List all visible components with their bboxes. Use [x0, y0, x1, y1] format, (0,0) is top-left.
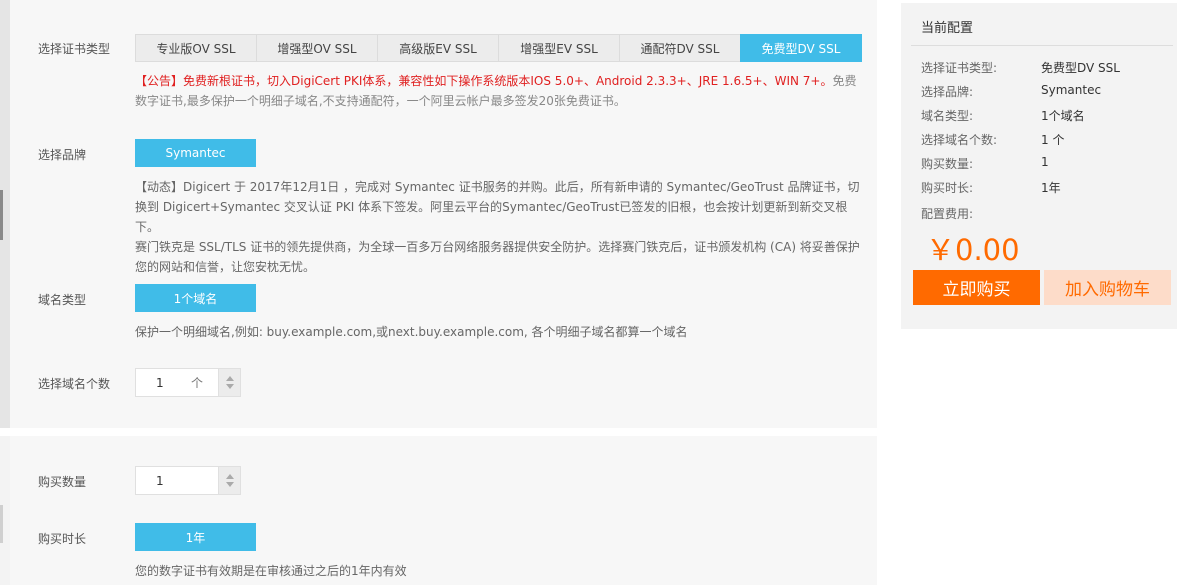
domain-count-arrows[interactable]: [218, 369, 240, 396]
config-row-label: 选择品牌:: [921, 85, 974, 99]
product-options-panel: 选择证书类型 专业版OV SSL 增强型OV SSL 高级版EV SSL 增强型…: [10, 0, 877, 428]
add-to-cart-button[interactable]: 加入购物车: [1044, 270, 1171, 305]
config-row-value: 1: [1041, 155, 1049, 169]
domain-count-value[interactable]: 1: [136, 369, 218, 396]
quantity-arrows[interactable]: [218, 467, 240, 494]
divider: [911, 45, 1173, 46]
brand-label: 选择品牌: [38, 148, 87, 162]
config-title: 当前配置: [921, 21, 974, 36]
notice-announcement: 【公告】免费新根证书，切入DigiCert PKI体系，兼容性如下操作系统版本I…: [135, 74, 833, 88]
brand-symantec-button[interactable]: Symantec: [135, 139, 256, 167]
decrement-icon[interactable]: [225, 384, 234, 389]
duration-description: 您的数字证书有效期是在审核通过之后的1年内有效: [135, 564, 407, 578]
config-price: ￥0.00: [926, 233, 1020, 267]
buy-now-button[interactable]: 立即购买: [913, 270, 1040, 305]
quantity-stepper[interactable]: 1: [135, 466, 241, 495]
decrement-icon[interactable]: [225, 482, 234, 487]
purchase-options-panel: 购买数量 1 购买时长 1年 您的数字证书有效期是在审核通过之后的1年内有效: [10, 436, 877, 585]
tab-enhanced-ev-ssl[interactable]: 增强型EV SSL: [498, 34, 620, 62]
config-row-label: 选择域名个数:: [921, 133, 998, 147]
increment-icon[interactable]: [225, 474, 234, 479]
brand-description: 【动态】Digicert 于 2017年12月1日 ，完成对 Symantec …: [135, 180, 860, 274]
quantity-label: 购买数量: [38, 475, 87, 489]
tab-advanced-ev-ssl[interactable]: 高级版EV SSL: [377, 34, 499, 62]
current-config-panel: 当前配置 选择证书类型: 免费型DV SSL 选择品牌: Symantec 域名…: [901, 3, 1177, 329]
duration-1-year-button[interactable]: 1年: [135, 523, 256, 551]
tab-wildcard-dv-ssl[interactable]: 通配符DV SSL: [619, 34, 741, 62]
cert-type-tabs: 专业版OV SSL 增强型OV SSL 高级版EV SSL 增强型EV SSL …: [135, 34, 862, 62]
domain-type-label: 域名类型: [38, 293, 87, 307]
domain-type-button[interactable]: 1个域名: [135, 284, 256, 312]
cert-type-notice: 【公告】免费新根证书，切入DigiCert PKI体系，兼容性如下操作系统版本I…: [135, 71, 863, 111]
config-row-value: Symantec: [1041, 83, 1102, 97]
config-row-value: 1 个: [1041, 133, 1065, 147]
increment-icon[interactable]: [225, 376, 234, 381]
tab-free-dv-ssl[interactable]: 免费型DV SSL: [740, 34, 862, 62]
left-section-marker: [0, 190, 3, 240]
config-row-label: 购买时长:: [921, 181, 974, 195]
quantity-value[interactable]: 1: [136, 467, 218, 494]
tab-pro-ov-ssl[interactable]: 专业版OV SSL: [135, 34, 257, 62]
domain-count-unit: 个: [191, 376, 204, 390]
tab-enhanced-ov-ssl[interactable]: 增强型OV SSL: [256, 34, 378, 62]
config-fee-label: 配置费用:: [921, 207, 974, 221]
duration-label: 购买时长: [38, 532, 87, 546]
config-row-label: 域名类型:: [921, 109, 974, 123]
config-row-label: 选择证书类型:: [921, 61, 998, 75]
cert-type-label: 选择证书类型: [38, 42, 111, 56]
left-section-marker-2: [0, 505, 3, 543]
config-row-value: 1个域名: [1041, 109, 1085, 123]
domain-type-description: 保护一个明细域名,例如: buy.example.com,或next.buy.e…: [135, 325, 688, 339]
config-row-value: 1年: [1041, 181, 1061, 195]
config-row-value: 免费型DV SSL: [1041, 61, 1120, 75]
domain-count-label: 选择域名个数: [38, 377, 111, 391]
domain-count-stepper[interactable]: 1 个: [135, 368, 241, 397]
config-row-label: 购买数量:: [921, 157, 974, 171]
